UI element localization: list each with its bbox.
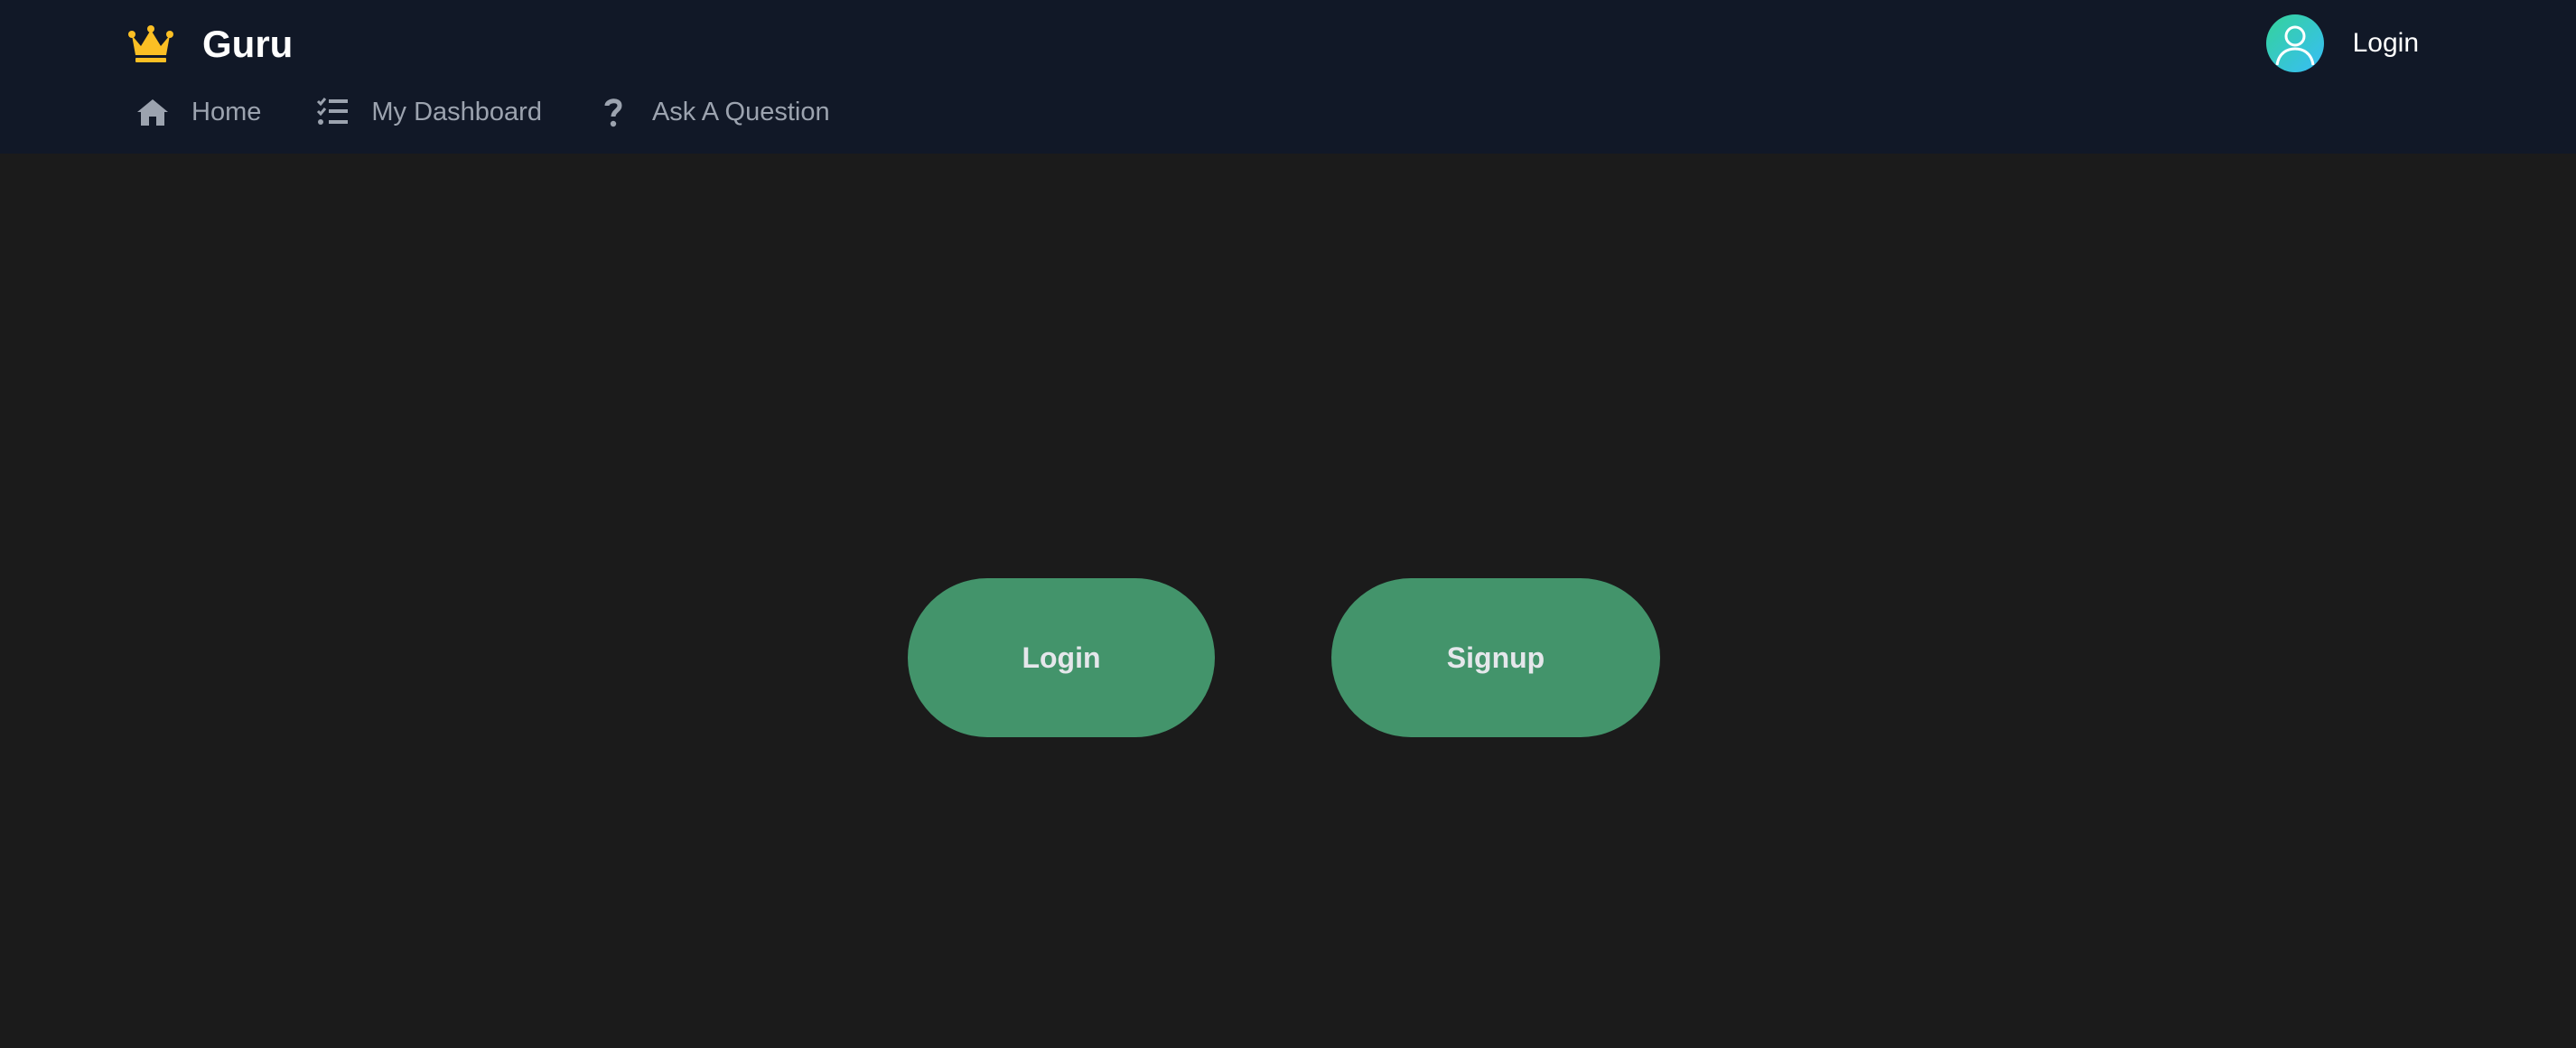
login-button[interactable]: Login — [908, 578, 1215, 737]
main-nav: Home My Dashboard Ask A Question — [135, 90, 884, 134]
user-menu[interactable]: Login — [2265, 14, 2419, 72]
header-login-link[interactable]: Login — [2353, 28, 2419, 59]
brand[interactable]: Guru — [126, 18, 293, 70]
home-icon — [135, 96, 170, 128]
brand-name: Guru — [202, 23, 294, 65]
checklist-icon — [315, 96, 350, 128]
crown-icon — [126, 23, 175, 66]
nav-item-ask-question[interactable]: Ask A Question — [596, 96, 830, 128]
nav-label: Ask A Question — [651, 97, 830, 126]
nav-label: Home — [191, 97, 262, 126]
signup-button[interactable]: Signup — [1331, 578, 1660, 737]
nav-label: My Dashboard — [371, 97, 542, 126]
user-avatar-icon[interactable] — [2265, 14, 2324, 72]
nav-item-home[interactable]: Home — [135, 96, 261, 128]
question-icon — [596, 96, 630, 128]
top-header: Guru Login Home My Dashboard Ask A Quest… — [0, 0, 2576, 154]
nav-item-dashboard[interactable]: My Dashboard — [315, 96, 542, 128]
